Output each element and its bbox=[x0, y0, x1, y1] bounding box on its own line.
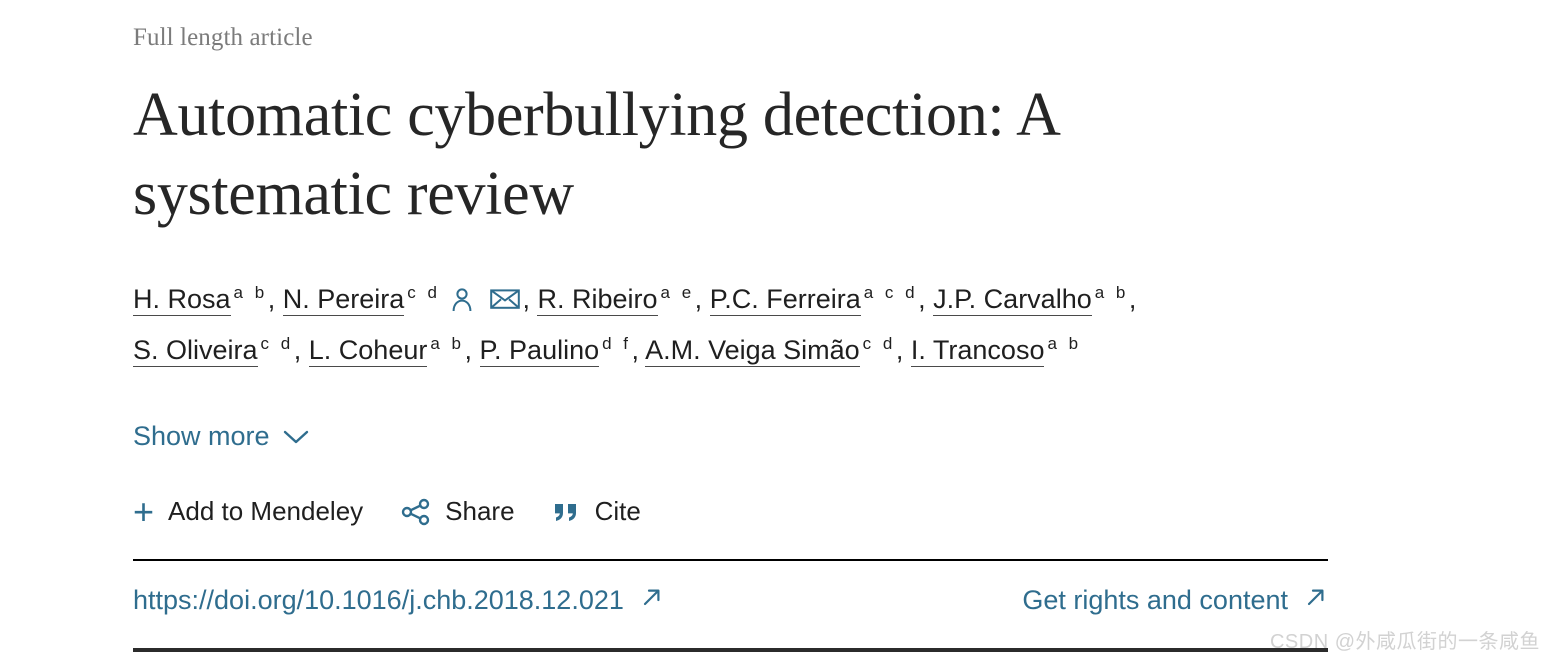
author-link[interactable]: L. Coheur bbox=[308, 334, 428, 367]
article-links-row: https://doi.org/10.1016/j.chb.2018.12.02… bbox=[133, 585, 1328, 616]
add-to-mendeley-button[interactable]: + Add to Mendeley bbox=[133, 490, 364, 532]
author-link[interactable]: N. Pereira bbox=[282, 284, 405, 317]
get-rights-label: Get rights and content bbox=[1022, 585, 1288, 616]
author-email-icon[interactable] bbox=[490, 279, 521, 325]
author-link[interactable]: H. Rosa bbox=[133, 284, 231, 317]
share-button[interactable]: Share bbox=[401, 496, 515, 527]
share-nodes-icon bbox=[401, 498, 431, 526]
article-actions-bar: + Add to Mendeley Share Cite bbox=[133, 490, 1328, 532]
author-affiliation: c d bbox=[862, 333, 896, 353]
external-link-icon bbox=[1304, 585, 1328, 616]
author-link[interactable]: I. Trancoso bbox=[910, 334, 1045, 367]
plus-icon: + bbox=[133, 490, 155, 532]
author-separator: , bbox=[267, 284, 276, 315]
author-link[interactable]: R. Ribeiro bbox=[537, 284, 658, 317]
divider-top bbox=[133, 559, 1328, 562]
author-affiliation: a b bbox=[233, 283, 268, 303]
author-link[interactable]: A.M. Veiga Simão bbox=[645, 334, 860, 367]
author-separator: , bbox=[918, 284, 926, 315]
author-link[interactable]: J.P. Carvalho bbox=[933, 284, 1092, 317]
add-to-mendeley-label: Add to Mendeley bbox=[168, 496, 364, 527]
cite-label: Cite bbox=[594, 496, 641, 527]
author-link[interactable]: P.C. Ferreira bbox=[709, 284, 861, 317]
author-separator: , bbox=[464, 334, 472, 365]
article-header: Full length article Automatic cyberbully… bbox=[133, 0, 1328, 653]
doi-link-label: https://doi.org/10.1016/j.chb.2018.12.02… bbox=[133, 585, 624, 616]
author-affiliation: a b bbox=[430, 333, 465, 353]
author-affiliation: c d bbox=[260, 333, 294, 353]
page-title: Automatic cyberbullying detection: A sys… bbox=[133, 80, 1058, 228]
author-affiliation: a b bbox=[1047, 333, 1082, 353]
author-separator: , bbox=[293, 334, 302, 365]
author-list: H. Rosa a b, N. Pereira c d, R. Ribeiro a e… bbox=[133, 276, 1253, 373]
author-affiliation: a c d bbox=[863, 283, 919, 303]
author-link[interactable]: P. Paulino bbox=[479, 334, 600, 367]
author-separator: , bbox=[1128, 284, 1137, 315]
show-more-button[interactable]: Show more bbox=[133, 421, 309, 452]
author-affiliation: a b bbox=[1094, 283, 1129, 303]
author-separator: , bbox=[631, 334, 640, 365]
get-rights-and-content-link[interactable]: Get rights and content bbox=[1022, 585, 1328, 616]
chevron-down-icon bbox=[283, 421, 309, 452]
author-profile-icon[interactable] bbox=[449, 280, 475, 326]
external-link-icon bbox=[640, 585, 664, 616]
author-link[interactable]: S. Oliveira bbox=[133, 334, 258, 367]
divider-bottom bbox=[133, 648, 1328, 653]
show-more-label: Show more bbox=[133, 421, 270, 452]
doi-link[interactable]: https://doi.org/10.1016/j.chb.2018.12.02… bbox=[133, 585, 664, 616]
share-label: Share bbox=[445, 496, 515, 527]
author-separator: , bbox=[694, 284, 703, 315]
author-separator: , bbox=[895, 334, 904, 365]
author-affiliation: c d bbox=[407, 283, 441, 303]
author-affiliation: a e bbox=[660, 283, 695, 303]
author-separator: , bbox=[522, 284, 530, 315]
cite-button[interactable]: Cite bbox=[553, 496, 641, 527]
article-type-label: Full length article bbox=[133, 24, 313, 51]
author-affiliation: d f bbox=[602, 333, 632, 353]
csdn-watermark: CSDN @外咸瓜街的一条咸鱼 bbox=[1269, 631, 1540, 653]
quote-icon bbox=[553, 500, 581, 524]
